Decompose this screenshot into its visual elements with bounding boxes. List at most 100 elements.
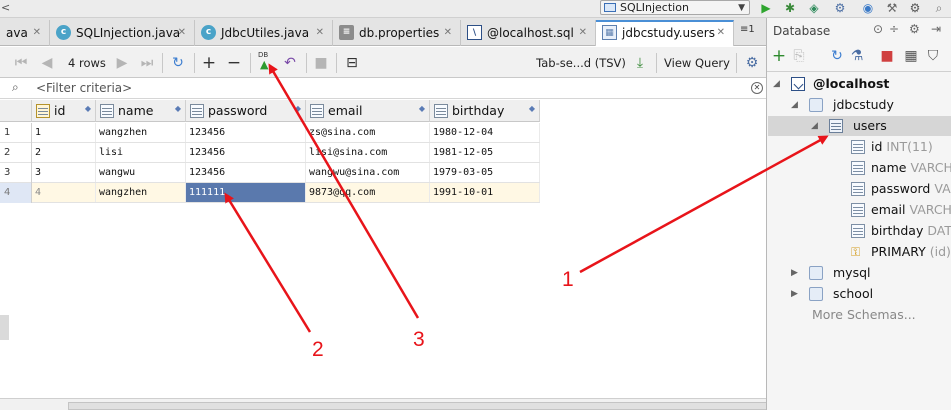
column-header-name[interactable]: name ◆ xyxy=(96,100,186,122)
help-icon[interactable]: ◉ xyxy=(860,1,876,15)
table-row-current[interactable]: 4 4 wangzhen 111111 9873@qq.com 1991-10-… xyxy=(0,183,540,203)
tab-overflow-button[interactable]: ≡1 xyxy=(740,24,755,35)
table-row[interactable]: 2 2 lisi 123456 lisi@sina.com 1981-12-05 xyxy=(0,143,540,163)
settings-icon[interactable]: ⚙ xyxy=(907,1,923,15)
previous-page-icon[interactable]: ◀ xyxy=(38,54,56,72)
run-icon[interactable]: ▶ xyxy=(758,1,774,15)
column-header-email[interactable]: email ◆ xyxy=(306,100,430,122)
table-view-icon[interactable]: ▦ xyxy=(903,48,919,64)
table-cell[interactable]: 1981-12-05 xyxy=(430,143,540,162)
close-icon[interactable]: ✕ xyxy=(33,20,41,46)
export-format-select[interactable]: Tab-se...d (TSV) xyxy=(536,54,626,72)
filter-icon[interactable]: ⛉ xyxy=(925,48,941,64)
refresh-icon[interactable]: ↻ xyxy=(829,48,845,64)
view-query-button[interactable]: View Query xyxy=(662,54,732,72)
close-icon[interactable]: ✕ xyxy=(717,22,725,44)
tree-column[interactable]: password VARCHAR xyxy=(849,179,951,199)
tree-primary-key[interactable]: ⚿ PRIMARY (id) xyxy=(849,242,951,262)
clear-filter-icon[interactable]: ✕ xyxy=(751,82,763,94)
split-icon[interactable]: ÷ xyxy=(889,22,899,36)
chevron-right-icon[interactable]: ▶ xyxy=(791,284,798,304)
table-cell[interactable]: 1979-03-05 xyxy=(430,163,540,182)
table-cell[interactable]: zs@sina.com xyxy=(306,123,430,142)
structure-icon[interactable]: ⚒ xyxy=(884,1,900,15)
tab-jdbcstudy-users[interactable]: ▦ jdbcstudy.users ✕ xyxy=(596,20,734,46)
debug-icon[interactable]: ✱ xyxy=(782,1,798,15)
close-icon[interactable]: ✕ xyxy=(579,20,587,46)
first-page-icon[interactable]: ⏮ xyxy=(12,54,30,72)
tree-column[interactable]: birthday DATE xyxy=(849,221,951,241)
column-header-id[interactable]: id ◆ xyxy=(32,100,96,122)
tree-table-users[interactable]: ◢ users xyxy=(811,116,949,136)
table-cell[interactable]: 1 xyxy=(32,123,96,142)
table-cell[interactable]: 1980-12-04 xyxy=(430,123,540,142)
close-icon[interactable]: ✕ xyxy=(316,20,324,46)
table-cell[interactable]: 123456 xyxy=(186,163,306,182)
properties-icon[interactable]: ⚗ xyxy=(849,48,865,64)
lock-icon[interactable]: ⊟ xyxy=(342,54,362,72)
stop-icon[interactable]: ■ xyxy=(312,54,330,72)
table-cell[interactable]: 2 xyxy=(32,143,96,162)
tree-column[interactable]: id INT(11) xyxy=(849,137,951,157)
submit-changes-button[interactable]: DB ▲ xyxy=(256,51,274,72)
run-config-select[interactable]: SQLInjection ▼ xyxy=(600,0,750,15)
table-cell[interactable]: wangwu xyxy=(96,163,186,182)
coverage-icon[interactable]: ◈ xyxy=(806,1,822,15)
close-icon[interactable]: ✕ xyxy=(444,20,452,46)
column-header-password[interactable]: password ◆ xyxy=(186,100,306,122)
sort-icon[interactable]: ◆ xyxy=(419,104,425,113)
tab-db-properties[interactable]: ≡ db.properties ✕ xyxy=(333,20,461,46)
table-cell[interactable]: 4 xyxy=(32,183,96,202)
sort-icon[interactable]: ◆ xyxy=(175,104,181,113)
gear-icon[interactable]: ⚙ xyxy=(909,22,920,36)
close-icon[interactable]: ✕ xyxy=(178,20,186,46)
stop-icon[interactable]: ■ xyxy=(879,48,895,64)
tab-jdbcutiles[interactable]: c JdbcUtiles.java ✕ xyxy=(195,20,333,46)
sync-icon[interactable]: ⊙ xyxy=(873,22,883,36)
table-cell[interactable]: lisi xyxy=(96,143,186,162)
search-everywhere-icon[interactable]: ⌕ xyxy=(931,1,947,15)
add-row-icon[interactable]: + xyxy=(200,54,218,72)
tree-schema-mysql[interactable]: ▶ mysql xyxy=(791,263,949,283)
table-cell[interactable]: 123456 xyxy=(186,143,306,162)
sort-icon[interactable]: ◆ xyxy=(295,104,301,113)
tree-schema-school[interactable]: ▶ school xyxy=(791,284,949,304)
more-schemas-link[interactable]: More Schemas... xyxy=(812,305,949,325)
scrollbar-thumb[interactable] xyxy=(68,402,768,410)
tree-connection[interactable]: ◢ @localhost xyxy=(773,74,949,94)
table-cell[interactable]: wangwu@sina.com xyxy=(306,163,430,182)
chevron-down-icon[interactable]: ◢ xyxy=(811,116,818,136)
table-cell[interactable]: lisi@sina.com xyxy=(306,143,430,162)
copy-icon[interactable]: ⎘ xyxy=(791,48,807,64)
profile-icon[interactable]: ⚙ xyxy=(832,1,848,15)
tree-column[interactable]: email VARCHAR xyxy=(849,200,951,220)
table-row[interactable]: 1 1 wangzhen 123456 zs@sina.com 1980-12-… xyxy=(0,123,540,143)
tree-schema-jdbcstudy[interactable]: ◢ jdbcstudy xyxy=(791,95,949,115)
revert-icon[interactable]: ↶ xyxy=(281,54,299,72)
table-cell[interactable]: wangzhen xyxy=(96,183,186,202)
grid-settings-icon[interactable]: ⚙ xyxy=(742,54,762,72)
chevron-down-icon[interactable]: ◢ xyxy=(791,95,798,115)
sort-icon[interactable]: ◆ xyxy=(85,104,91,113)
filter-input[interactable]: <Filter criteria> xyxy=(36,81,132,95)
hide-panel-icon[interactable]: ⇥ xyxy=(931,22,941,36)
refresh-icon[interactable]: ↻ xyxy=(168,54,188,72)
tree-column[interactable]: name VARCHAR xyxy=(849,158,951,178)
next-page-icon[interactable]: ▶ xyxy=(113,54,131,72)
column-header-birthday[interactable]: birthday ◆ xyxy=(430,100,540,122)
table-cell[interactable]: 123456 xyxy=(186,123,306,142)
table-cell-selected[interactable]: 111111 xyxy=(186,183,306,202)
chevron-down-icon[interactable]: ◢ xyxy=(773,74,780,94)
tab-localhost-sql[interactable]: \ @localhost.sql ✕ xyxy=(461,20,596,46)
tab-sqlinjection[interactable]: c SQLInjection.java ✕ xyxy=(50,20,195,46)
last-page-icon[interactable]: ⏭ xyxy=(138,54,156,72)
sort-icon[interactable]: ◆ xyxy=(529,104,535,113)
delete-row-icon[interactable]: − xyxy=(225,54,243,72)
table-cell[interactable]: 9873@qq.com xyxy=(306,183,430,202)
tab-java-partial[interactable]: ava ✕ xyxy=(0,20,50,46)
chevron-left-icon[interactable]: < xyxy=(1,1,10,14)
table-cell[interactable]: 3 xyxy=(32,163,96,182)
export-download-icon[interactable]: ⤓ xyxy=(630,54,650,72)
table-cell[interactable]: 1991-10-01 xyxy=(430,183,540,202)
table-cell[interactable]: wangzhen xyxy=(96,123,186,142)
